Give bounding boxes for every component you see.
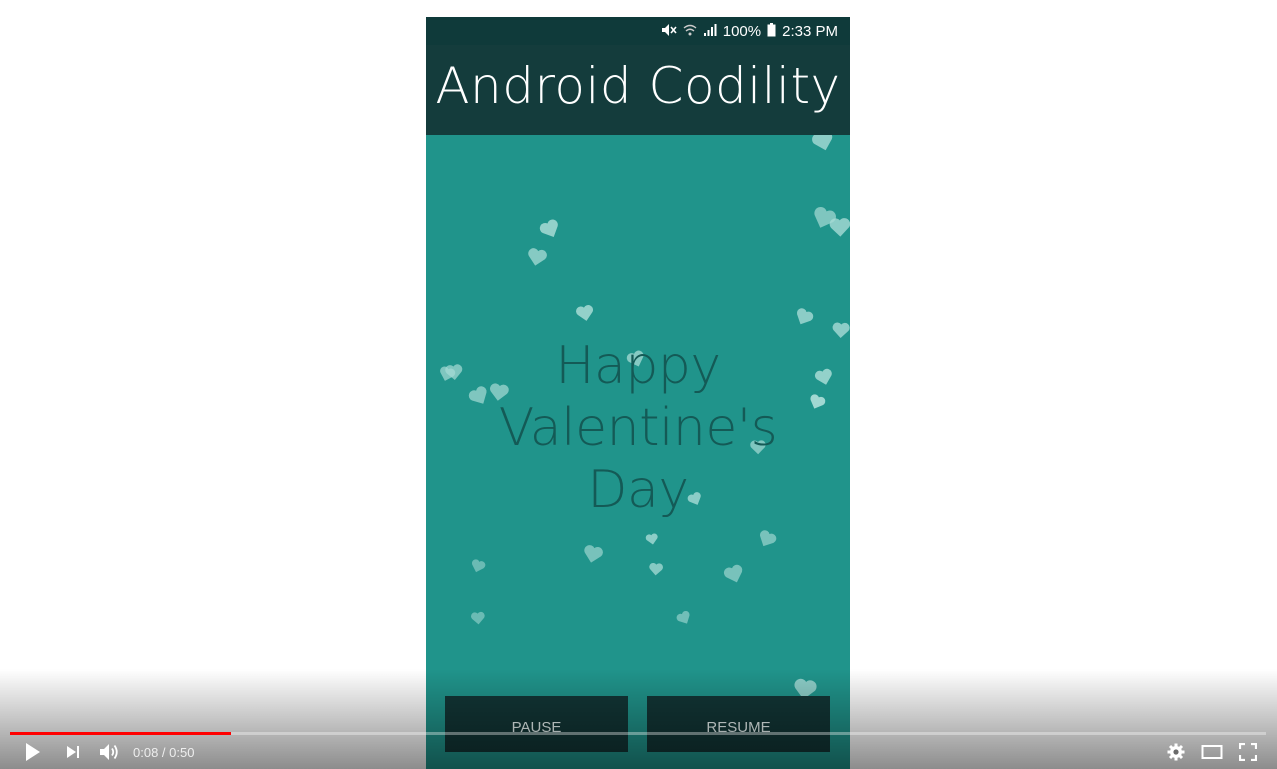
duration: 0:50 (169, 745, 195, 760)
heart-icon (645, 533, 658, 545)
video-player[interactable]: 100% 2:33 PM Android Codility Happy Vale… (0, 0, 1277, 769)
current-time: 0:08 (133, 745, 159, 760)
volume-button[interactable] (96, 742, 122, 766)
mute-icon (661, 23, 677, 39)
heart-icon (470, 611, 485, 625)
heart-icon (471, 559, 486, 573)
heart-icon (829, 218, 850, 237)
next-button[interactable] (60, 742, 86, 766)
fullscreen-icon (1238, 742, 1258, 766)
player-controls: 0:08 / 0:50 (0, 738, 1277, 769)
settings-icon (1167, 743, 1185, 766)
fullscreen-button[interactable] (1235, 742, 1261, 766)
time-display: 0:08 / 0:50 (133, 745, 194, 760)
battery-percent: 100% (722, 22, 762, 40)
message-line-2: Day (587, 460, 689, 520)
heart-icon (528, 248, 547, 266)
heart-icon (814, 206, 836, 228)
heart-icon (760, 530, 777, 547)
message-line-1: Happy Valentine's (498, 336, 778, 458)
heart-icon (539, 219, 558, 237)
heart-icon (584, 545, 603, 563)
heart-icon (576, 305, 593, 321)
heart-icon (676, 611, 690, 624)
heart-icon (723, 564, 743, 583)
status-time: 2:33 PM (782, 22, 838, 40)
app-bar: Android Codility (426, 45, 850, 135)
heart-icon (796, 308, 814, 325)
wifi-icon (683, 23, 697, 39)
video-frame[interactable]: 100% 2:33 PM Android Codility Happy Vale… (426, 17, 850, 769)
status-bar: 100% 2:33 PM (426, 17, 850, 45)
settings-button[interactable] (1163, 742, 1189, 766)
app-title: Android Codility (435, 57, 841, 115)
play-icon (24, 742, 42, 767)
next-icon (65, 744, 81, 765)
volume-icon (98, 742, 120, 767)
valentine-message: Happy Valentine's Day (426, 335, 850, 521)
theater-mode-button[interactable] (1199, 742, 1225, 766)
time-separator: / (158, 745, 170, 760)
battery-icon (767, 23, 776, 39)
heart-icon (649, 563, 663, 576)
signal-icon (703, 23, 717, 39)
progress-bar[interactable] (10, 732, 1266, 735)
play-button[interactable] (20, 742, 46, 766)
theater-mode-icon (1201, 744, 1223, 765)
progress-played (10, 732, 232, 735)
